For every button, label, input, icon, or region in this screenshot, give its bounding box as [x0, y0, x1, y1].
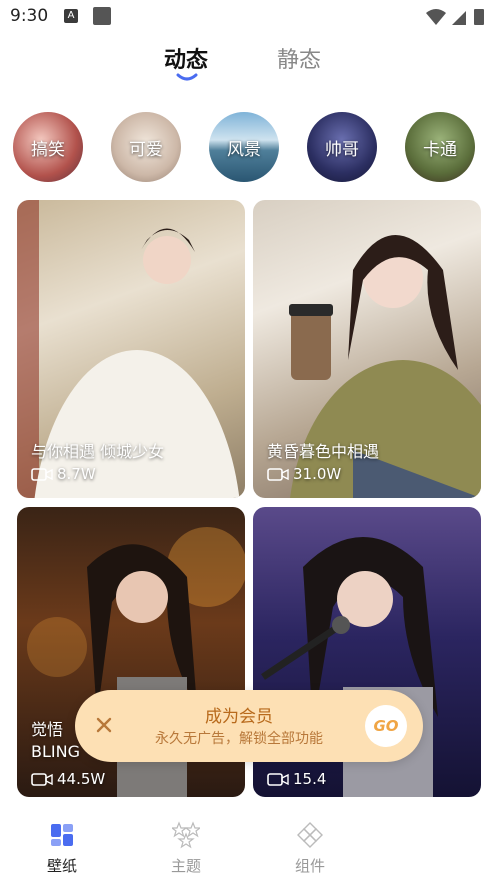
battery-icon: [474, 9, 484, 25]
page-curl-overlay: [428, 777, 498, 887]
video-play-icon: [267, 773, 289, 786]
tab-static[interactable]: 静态: [277, 42, 321, 74]
nav-label: 组件: [294, 857, 325, 875]
wallpaper-icon: [51, 824, 73, 846]
card-title: 觉悟 BLING: [31, 720, 80, 761]
tab-indicator: [176, 73, 198, 81]
status-bar: 9:30 A: [0, 0, 498, 34]
card-views: 15.4: [267, 770, 326, 788]
card-views: 44.5W: [31, 770, 105, 788]
tab-dynamic[interactable]: 动态: [164, 42, 208, 74]
views-count: 8.7W: [57, 465, 96, 483]
card-title: 与你相遇 倾城少女: [31, 442, 165, 461]
category-scenery[interactable]: 风景: [209, 112, 279, 182]
category-label: 搞笑: [31, 139, 65, 160]
views-count: 31.0W: [293, 465, 342, 483]
card-title: 黄昏暮色中相遇: [267, 442, 380, 461]
views-count: 15.4: [293, 770, 327, 788]
card-views: 8.7W: [31, 465, 96, 483]
wifi-icon: [426, 9, 446, 25]
notification-square-icon: [93, 7, 111, 25]
category-row: 搞笑 可爱 风景 帅哥 卡通: [0, 112, 498, 186]
nav-theme[interactable]: 主题: [146, 821, 226, 876]
category-cute[interactable]: 可爱: [111, 112, 181, 182]
top-tabs: 动态 静态: [0, 38, 498, 88]
bottom-nav: 壁纸 主题 组件: [0, 797, 498, 887]
video-play-icon: [31, 468, 53, 481]
vip-banner[interactable]: 成为会员 永久无广告，解锁全部功能 GO: [75, 690, 423, 762]
widget-icon: [297, 822, 323, 848]
wallpaper-card[interactable]: 与你相遇 倾城少女 8.7W: [17, 200, 245, 498]
status-time: 9:30: [10, 6, 49, 26]
video-play-icon: [31, 773, 53, 786]
signal-icon: [452, 11, 466, 25]
video-play-icon: [267, 468, 289, 481]
category-label: 可爱: [129, 139, 163, 160]
nav-label: 壁纸: [46, 857, 77, 875]
notification-a-icon: A: [64, 9, 78, 23]
nav-widget[interactable]: 组件: [270, 821, 350, 876]
category-funny[interactable]: 搞笑: [13, 112, 83, 182]
category-handsome[interactable]: 帅哥: [307, 112, 377, 182]
theme-icon: [172, 821, 200, 849]
status-icons: [426, 9, 484, 25]
wallpaper-card[interactable]: 黄昏暮色中相遇 31.0W: [253, 200, 481, 498]
category-label: 卡通: [423, 139, 457, 160]
category-label: 风景: [227, 139, 261, 160]
category-cartoon[interactable]: 卡通: [405, 112, 475, 182]
nav-wallpaper[interactable]: 壁纸: [22, 821, 102, 876]
vip-go-button[interactable]: GO: [365, 705, 407, 747]
views-count: 44.5W: [57, 770, 106, 788]
card-views: 31.0W: [267, 465, 341, 483]
nav-label: 主题: [170, 857, 201, 875]
category-label: 帅哥: [325, 139, 359, 160]
